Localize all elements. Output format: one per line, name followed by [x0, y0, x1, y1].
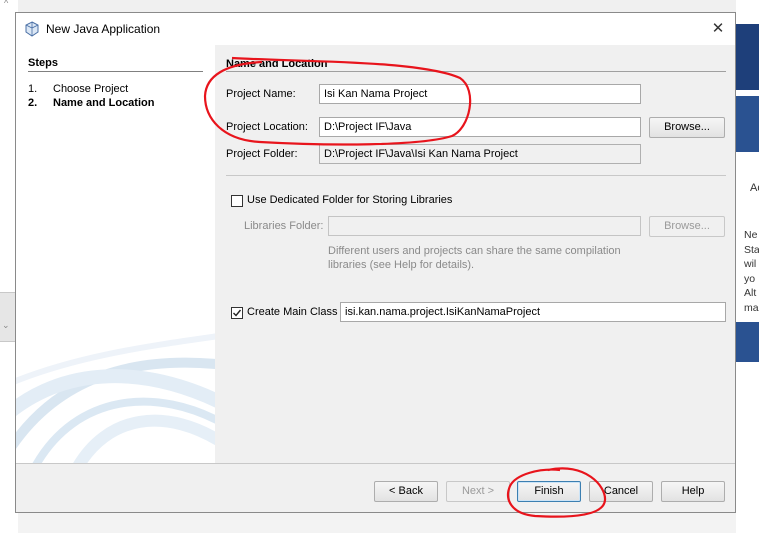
project-folder-field: D:\Project IF\Java\Isi Kan Nama Project	[319, 144, 641, 164]
steps-panel: Steps 1. Choose Project 2. Name and Locati…	[16, 45, 215, 463]
chevron-down-icon: ⌄	[2, 320, 10, 330]
new-java-application-dialog: New Java Application ✕ Steps 1. Choose Pr…	[15, 12, 736, 513]
project-name-input[interactable]: Isi Kan Nama Project	[319, 84, 641, 104]
title-bar[interactable]: New Java Application ✕	[16, 13, 735, 45]
close-button[interactable]: ✕	[706, 17, 730, 41]
divider	[226, 175, 726, 176]
dialog-title: New Java Application	[46, 22, 161, 36]
section-title: Name and Location	[226, 58, 328, 70]
step-name-and-location: 2. Name and Location	[28, 97, 154, 109]
project-folder-label: Project Folder:	[226, 148, 298, 160]
libraries-help-text-line1: Different users and projects can share t…	[328, 245, 621, 257]
divider	[16, 463, 735, 464]
step-label: Name and Location	[53, 97, 155, 109]
java-cup-icon	[25, 21, 39, 37]
create-main-class-checkbox[interactable]	[231, 307, 243, 319]
dedicated-folder-checkbox[interactable]	[231, 195, 243, 207]
project-location-input[interactable]: D:\Project IF\Java	[319, 117, 641, 137]
step-label: Choose Project	[53, 83, 129, 95]
step-number: 1.	[28, 83, 38, 95]
project-location-label: Project Location:	[226, 121, 308, 133]
dedicated-folder-label[interactable]: Use Dedicated Folder for Storing Librari…	[247, 194, 452, 206]
create-main-class-label[interactable]: Create Main Class	[247, 306, 337, 318]
background-text: Ne Sta wil yo Alt ma	[744, 229, 759, 314]
background-window-bottom	[18, 513, 736, 533]
divider	[28, 71, 203, 72]
finish-button[interactable]: Finish	[517, 481, 581, 502]
background-banner	[736, 322, 759, 362]
next-button[interactable]: Next >	[446, 481, 510, 502]
back-button[interactable]: < Back	[374, 481, 438, 502]
step-choose-project: 1. Choose Project	[28, 83, 128, 95]
background-banner	[736, 96, 759, 152]
libraries-folder-label: Libraries Folder:	[244, 220, 324, 232]
step-number: 2.	[28, 97, 38, 109]
browse-libraries-button[interactable]: Browse...	[649, 216, 725, 237]
background-tab: Ac	[750, 182, 759, 194]
libraries-help-text-line2: libraries (see Help for details).	[328, 259, 475, 271]
browse-location-button[interactable]: Browse...	[649, 117, 725, 138]
netbeans-watermark-graphic	[16, 333, 215, 463]
main-class-input[interactable]: isi.kan.nama.project.IsiKanNamaProject	[340, 302, 726, 322]
divider	[226, 71, 726, 72]
project-name-label: Project Name:	[226, 88, 296, 100]
cancel-button[interactable]: Cancel	[589, 481, 653, 502]
steps-heading: Steps	[28, 57, 58, 69]
background-banner	[736, 24, 759, 90]
chevron-up-icon: ^	[4, 0, 9, 8]
libraries-folder-input[interactable]	[328, 216, 641, 236]
help-button[interactable]: Help	[661, 481, 725, 502]
checkmark-icon	[233, 309, 242, 317]
